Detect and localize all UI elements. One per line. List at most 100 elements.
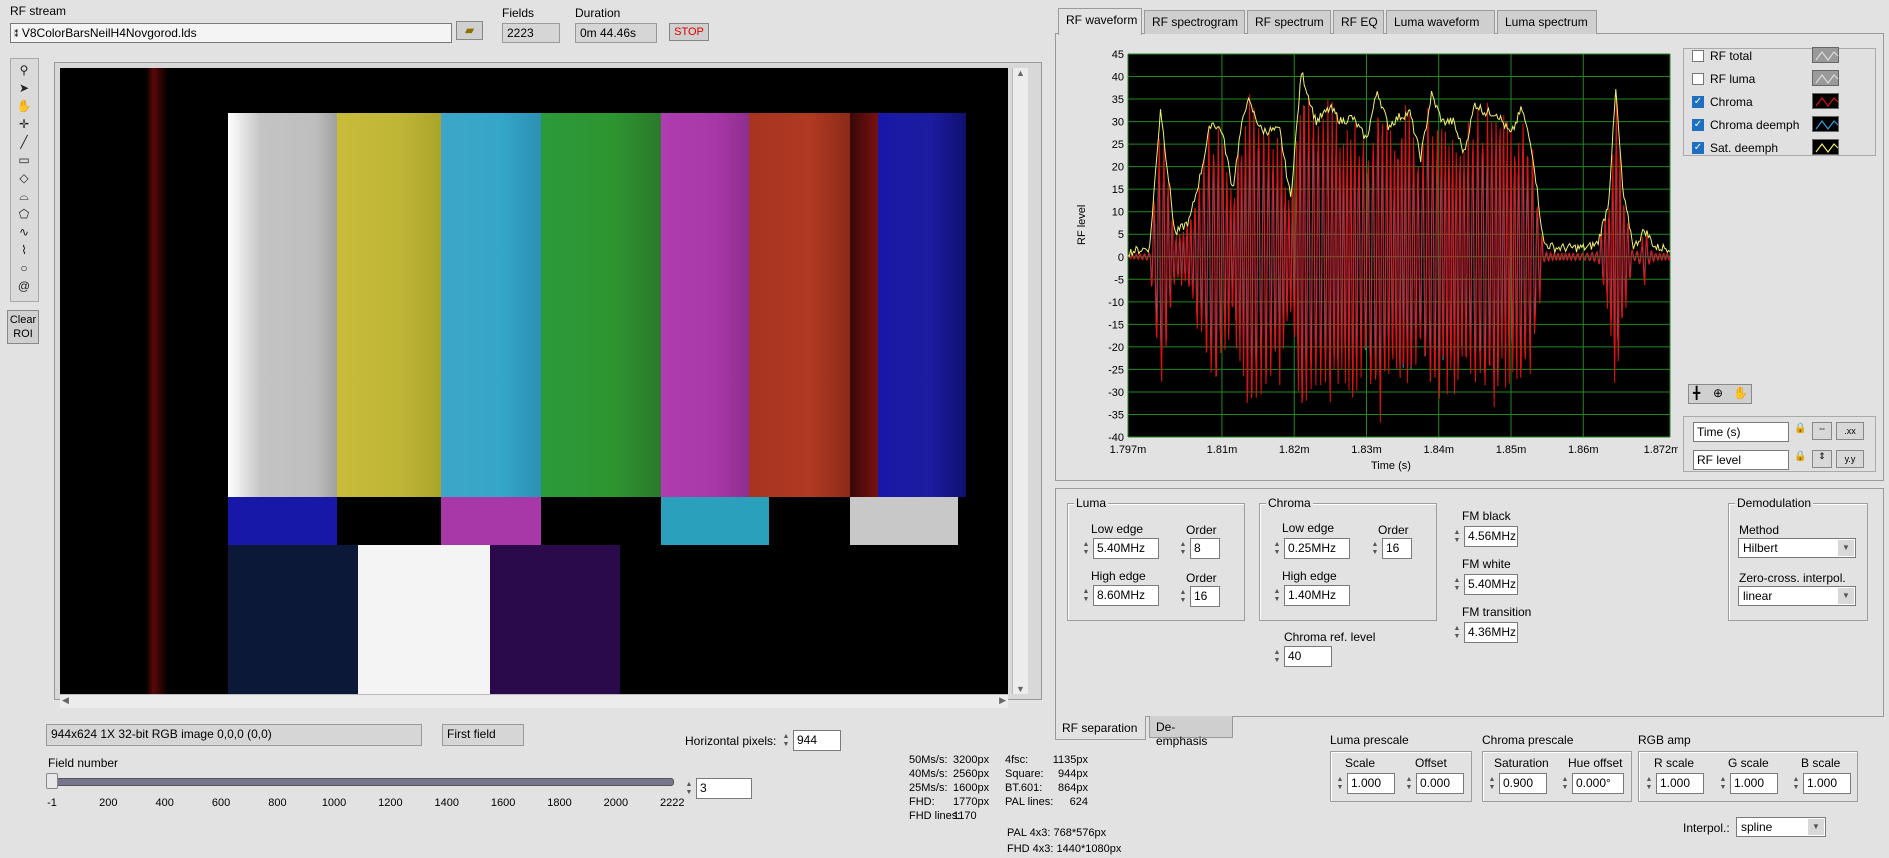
x-scale-name[interactable]: Time (s) — [1693, 422, 1789, 442]
fm-white-input[interactable]: 5.40MHz — [1464, 574, 1518, 595]
tab-luma-spectrum[interactable]: Luma spectrum — [1497, 10, 1597, 34]
crosshair-icon[interactable]: ✛ — [14, 116, 34, 133]
luma-scale-spinner[interactable]: ▲ ▼ — [1335, 773, 1345, 795]
rect-icon[interactable]: ▭ — [14, 152, 34, 169]
horizontal-pixels-input[interactable]: 944 — [793, 730, 841, 751]
clear-roi-button[interactable]: Clear ROI — [7, 310, 39, 344]
y-scale-name[interactable]: RF level — [1693, 450, 1789, 470]
legend-swatch[interactable] — [1812, 93, 1839, 109]
chroma-ref-input[interactable]: 40 — [1284, 646, 1332, 667]
r-scale-input[interactable]: 1.000 — [1656, 773, 1704, 794]
saturation-input[interactable]: 0.900 — [1499, 773, 1547, 794]
g-scale-input[interactable]: 1.000 — [1730, 773, 1778, 794]
freehand-icon[interactable]: ∿ — [14, 224, 34, 241]
legend-swatch[interactable] — [1812, 70, 1839, 86]
y-lock-icon[interactable]: 🔒 — [1794, 451, 1806, 462]
scroll-down-icon[interactable]: ▼ — [1013, 684, 1028, 694]
tab-rf-separation[interactable]: RF separation — [1055, 716, 1146, 740]
zoom-icon[interactable]: ⚲ — [14, 62, 34, 79]
legend-checkbox[interactable]: ✓ — [1692, 142, 1704, 154]
legend-checkbox[interactable]: ✓ — [1692, 119, 1704, 131]
b-scale-spinner[interactable]: ▲ ▼ — [1791, 773, 1801, 795]
field-number-slider[interactable] — [50, 778, 674, 786]
legend-swatch[interactable] — [1812, 116, 1839, 132]
pointer-icon[interactable]: ➤ — [14, 80, 34, 97]
luma-order2-spinner[interactable]: ▲ ▼ — [1178, 586, 1188, 608]
legend-swatch[interactable] — [1812, 47, 1839, 63]
b-scale-input[interactable]: 1.000 — [1803, 773, 1851, 794]
fm-black-input[interactable]: 4.56MHz — [1464, 526, 1518, 547]
rf-waveform-chart[interactable]: 45 40 35 30 25 20 15 10 5 0 -5 -10 -15 -20 -25 -30 -35 -4… — [1068, 46, 1678, 480]
broken-line-icon[interactable]: ⌇ — [14, 242, 34, 259]
slider-thumb[interactable] — [46, 773, 58, 789]
legend-checkbox[interactable] — [1692, 73, 1704, 85]
chroma-ref-spinner[interactable]: ▲ ▼ — [1272, 646, 1282, 668]
tab-rf-waveform[interactable]: RF waveform — [1058, 8, 1142, 35]
hue-offset-spinner[interactable]: ▲ ▼ — [1560, 773, 1570, 795]
spiral-icon[interactable]: @ — [14, 278, 34, 295]
y-format-button[interactable]: y.y — [1836, 450, 1864, 468]
chevron-down-icon[interactable]: ▼ — [1838, 588, 1854, 604]
tab-de-emphasis[interactable]: De-emphasis — [1149, 716, 1233, 748]
luma-low-edge-input[interactable]: 5.40MHz — [1093, 538, 1159, 559]
pan-tool-icon[interactable]: ✋ — [1733, 386, 1748, 400]
luma-offset-spinner[interactable]: ▲ ▼ — [1404, 773, 1414, 795]
chroma-low-edge-spinner[interactable]: ▲ ▼ — [1272, 538, 1282, 560]
polygon-icon[interactable]: ⬠ — [14, 206, 34, 223]
scroll-left-icon[interactable]: ◀ — [62, 695, 69, 706]
fm-transition-spinner[interactable]: ▲ ▼ — [1452, 622, 1462, 644]
chroma-high-edge-input[interactable]: 1.40MHz — [1284, 585, 1350, 606]
y-autoscale-icon[interactable]: ⇕ — [1812, 450, 1832, 468]
x-autoscale-icon[interactable]: ⇔ — [1812, 422, 1832, 440]
r-scale-spinner[interactable]: ▲ ▼ — [1644, 773, 1654, 795]
line-icon[interactable]: ╱ — [14, 134, 34, 151]
chroma-low-edge-input[interactable]: 0.25MHz — [1284, 538, 1350, 559]
luma-offset-input[interactable]: 0.000 — [1416, 773, 1464, 794]
legend-checkbox[interactable] — [1692, 50, 1704, 62]
browse-folder-icon[interactable]: ▰ — [456, 21, 483, 40]
rotated-rect-icon[interactable]: ◇ — [14, 170, 34, 187]
zero-cross-select[interactable]: linear ▼ — [1738, 586, 1856, 606]
luma-low-edge-spinner[interactable]: ▲ ▼ — [1081, 538, 1091, 560]
x-format-button[interactable]: .xx — [1836, 422, 1864, 440]
horizontal-scrollbar[interactable]: ◀ ▶ — [60, 694, 1008, 708]
annulus-icon[interactable]: ⌓ — [14, 188, 34, 205]
scroll-up-icon[interactable]: ▲ — [1013, 68, 1028, 78]
vertical-scrollbar[interactable]: ▲ ▼ — [1012, 68, 1028, 694]
g-scale-spinner[interactable]: ▲ ▼ — [1718, 773, 1728, 795]
luma-high-edge-input[interactable]: 8.60MHz — [1093, 585, 1159, 606]
field-number-input[interactable]: 3 — [696, 778, 752, 799]
tab-rf-spectrogram[interactable]: RF spectrogram — [1144, 10, 1245, 34]
luma-scale-input[interactable]: 1.000 — [1347, 773, 1395, 794]
luma-order1-input[interactable]: 8 — [1190, 538, 1220, 559]
fm-black-spinner[interactable]: ▲ ▼ — [1452, 526, 1462, 548]
chroma-order-input[interactable]: 16 — [1382, 538, 1412, 559]
pan-icon[interactable]: ✋ — [14, 98, 34, 115]
x-lock-icon[interactable]: 🔒 — [1794, 423, 1806, 434]
legend-swatch[interactable] — [1812, 139, 1839, 155]
horizontal-pixels-spinner[interactable]: ▲ ▼ — [781, 730, 791, 752]
stop-button[interactable]: STOP — [669, 23, 709, 41]
scroll-right-icon[interactable]: ▶ — [999, 695, 1006, 706]
chroma-high-edge-spinner[interactable]: ▲ ▼ — [1272, 585, 1282, 607]
legend-checkbox[interactable]: ✓ — [1692, 96, 1704, 108]
cursor-mover-icon[interactable]: ╋ — [1693, 386, 1700, 400]
luma-order1-spinner[interactable]: ▲ ▼ — [1178, 538, 1188, 560]
saturation-spinner[interactable]: ▲ ▼ — [1487, 773, 1497, 795]
circle-icon[interactable]: ○ — [14, 260, 34, 277]
tab-rf-eq[interactable]: RF EQ — [1333, 10, 1384, 34]
fm-transition-input[interactable]: 4.36MHz — [1464, 622, 1518, 643]
chevron-down-icon[interactable]: ▼ — [1838, 540, 1854, 556]
chroma-order-spinner[interactable]: ▲ ▼ — [1370, 538, 1380, 560]
chevron-down-icon[interactable]: ▼ — [1808, 819, 1824, 835]
tab-luma-waveform[interactable]: Luma waveform — [1386, 10, 1495, 34]
hue-offset-input[interactable]: 0.000° — [1572, 773, 1624, 794]
field-number-spinner[interactable]: ▲ ▼ — [684, 778, 694, 800]
luma-high-edge-spinner[interactable]: ▲ ▼ — [1081, 585, 1091, 607]
zoom-tool-icon[interactable]: ⊕ — [1713, 386, 1723, 400]
interpol-select[interactable]: spline ▼ — [1736, 817, 1826, 837]
rf-stream-path[interactable]: ⁑ V8ColorBarsNeilH4Novgorod.lds — [10, 23, 452, 43]
method-select[interactable]: Hilbert ▼ — [1738, 538, 1856, 558]
luma-order2-input[interactable]: 16 — [1190, 586, 1220, 607]
video-frame[interactable] — [60, 68, 1008, 694]
